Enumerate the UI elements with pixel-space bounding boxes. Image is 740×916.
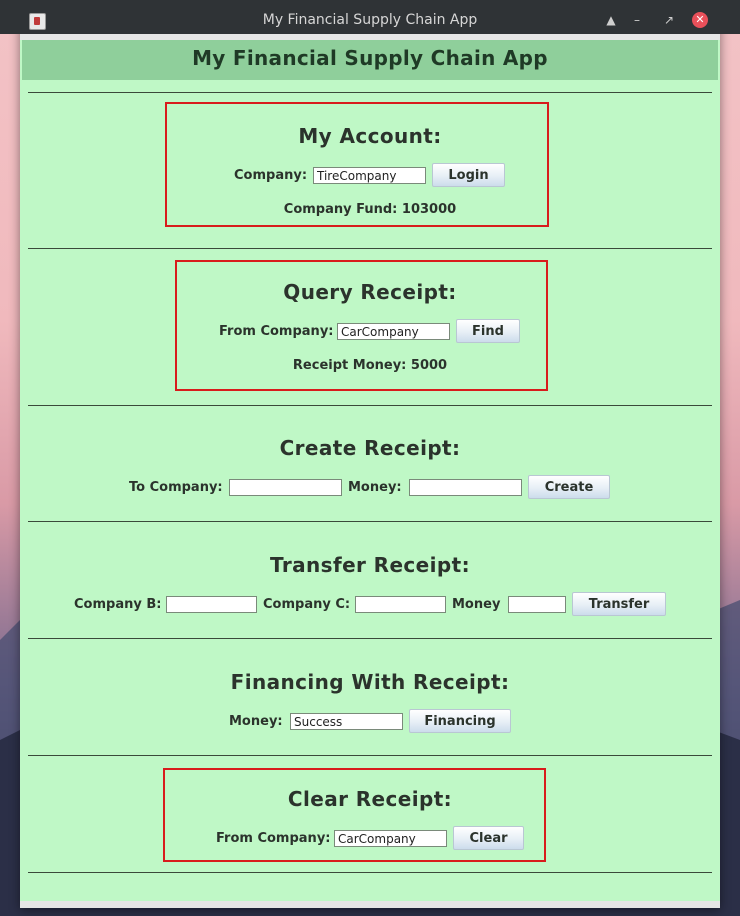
page-header: My Financial Supply Chain App [22,40,718,80]
query-title: Query Receipt: [283,280,457,304]
section-divider [28,638,712,639]
transfer-button[interactable]: Transfer [572,592,666,616]
financing-title: Financing With Receipt: [230,670,510,694]
receipt-money-label: Receipt Money: [292,358,407,373]
financing-money-label: Money: [229,714,283,729]
clear-title: Clear Receipt: [287,787,453,811]
transfer-money-input[interactable] [508,596,566,613]
maximize-icon[interactable]: ↗ [660,11,678,29]
financing-button[interactable]: Financing [409,709,511,733]
clear-from-input[interactable] [334,830,447,847]
clear-button[interactable]: Clear [453,826,524,850]
company-fund-text: Company Fund: 103000 [20,202,720,217]
create-money-label: Money: [348,480,402,495]
receipt-money-text: Receipt Money: 5000 [20,358,720,373]
account-company-input[interactable] [313,167,426,184]
window-bottom-border [20,901,720,908]
transfer-title: Transfer Receipt: [270,553,470,577]
minimize-icon[interactable]: – [628,11,646,29]
app-window: My Financial Supply Chain App ▲ – ↗ ✕ My… [0,0,740,908]
section-divider [28,521,712,522]
query-from-input[interactable] [337,323,450,340]
section-divider [28,248,712,249]
company-fund-value: 103000 [401,202,457,217]
transfer-b-input[interactable] [166,596,257,613]
receipt-money-value: 5000 [410,358,448,373]
clear-from-label: From Company: [216,831,331,846]
section-divider [28,755,712,756]
account-title: My Account: [298,124,442,148]
transfer-c-input[interactable] [355,596,446,613]
close-icon[interactable]: ✕ [692,12,708,28]
create-title: Create Receipt: [279,436,461,460]
financing-money-input[interactable] [290,713,403,730]
find-button[interactable]: Find [456,319,520,343]
section-divider [28,872,712,873]
create-to-label: To Company: [129,480,223,495]
section-divider [28,405,712,406]
section-divider [28,92,712,93]
transfer-c-label: Company C: [263,597,351,612]
transfer-b-label: Company B: [74,597,162,612]
shade-icon[interactable]: ▲ [602,11,620,29]
query-from-label: From Company: [219,324,334,339]
window-titlebar[interactable]: My Financial Supply Chain App ▲ – ↗ ✕ [0,0,740,34]
login-button[interactable]: Login [432,163,505,187]
transfer-money-label: Money [452,597,501,612]
create-to-input[interactable] [229,479,342,496]
create-button[interactable]: Create [528,475,610,499]
company-fund-label: Company Fund: [283,202,398,217]
create-money-input[interactable] [409,479,522,496]
account-company-label: Company: [234,168,308,183]
